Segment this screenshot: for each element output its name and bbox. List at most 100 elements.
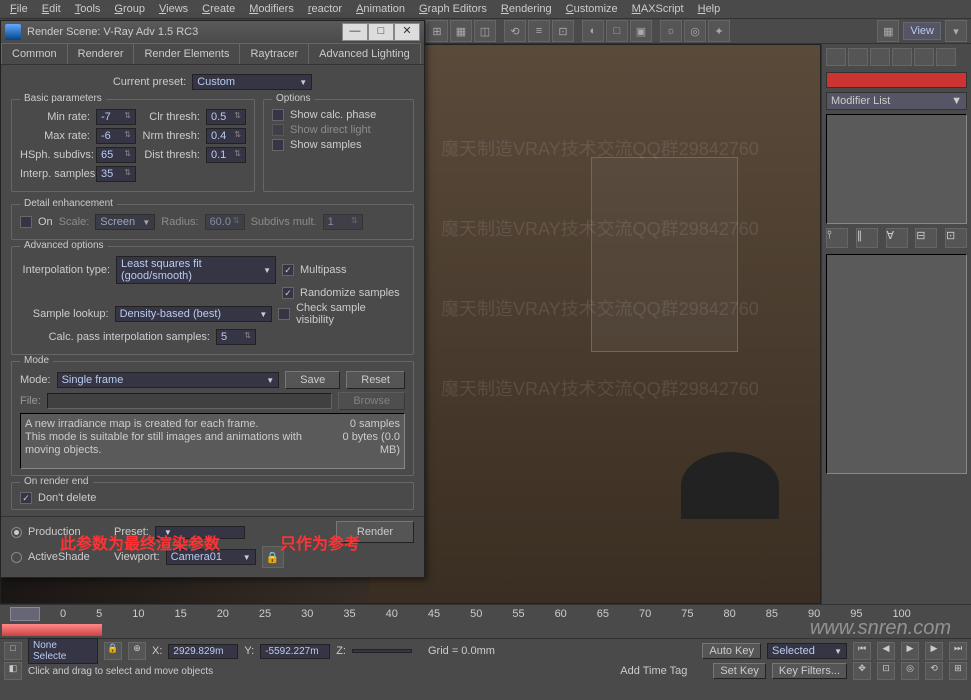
minimize-button[interactable]: — [342, 23, 368, 41]
tool-icon[interactable]: ⊡ [552, 20, 574, 42]
tab-common[interactable]: Common [1, 43, 68, 64]
menu-edit[interactable]: Edit [36, 2, 67, 16]
interp-input[interactable]: 35 [96, 166, 136, 182]
stack-btn-icon[interactable]: ⊡ [945, 228, 967, 248]
close-button[interactable]: ✕ [394, 23, 420, 41]
tool-icon[interactable]: ◎ [684, 20, 706, 42]
tool-icon[interactable]: ⊞ [426, 20, 448, 42]
tab-raytracer[interactable]: Raytracer [239, 43, 309, 64]
menu-create[interactable]: Create [196, 2, 241, 16]
stack-btn-icon[interactable]: ∥ [856, 228, 878, 248]
tool-icon[interactable]: ▣ [630, 20, 652, 42]
mode-dropdown[interactable]: Single frame [57, 372, 280, 388]
menu-tools[interactable]: Tools [69, 2, 107, 16]
menu-maxscript[interactable]: MAXScript [626, 2, 690, 16]
nav-icon[interactable]: ⊞ [949, 662, 967, 680]
scale-dropdown[interactable]: Screen [95, 214, 155, 230]
show-calc-checkbox[interactable] [272, 109, 284, 121]
goto-start-icon[interactable]: ⏮ [853, 642, 871, 660]
tool-icon[interactable]: ▦ [450, 20, 472, 42]
menu-views[interactable]: Views [153, 2, 194, 16]
save-button[interactable]: Save [285, 371, 340, 389]
rollout-area[interactable] [826, 254, 967, 474]
tool-icon[interactable]: ☼ [660, 20, 682, 42]
object-color-swatch[interactable] [826, 72, 967, 88]
menu-file[interactable]: File [4, 2, 34, 16]
max-rate-input[interactable]: -6 [96, 128, 136, 144]
stack-btn-icon[interactable]: ⫯ [826, 228, 848, 248]
detail-on-checkbox[interactable] [20, 216, 32, 228]
randomize-checkbox[interactable] [282, 287, 294, 299]
show-samples-checkbox[interactable] [272, 139, 284, 151]
menu-animation[interactable]: Animation [350, 2, 411, 16]
sb-icon[interactable]: ◧ [4, 662, 22, 680]
hsph-input[interactable]: 65 [96, 147, 136, 163]
track-segment[interactable] [2, 624, 102, 636]
sb-icon[interactable]: □ [4, 642, 22, 660]
view-icon[interactable]: ▦ [877, 20, 899, 42]
autokey-button[interactable]: Auto Key [702, 643, 761, 659]
menu-reactor[interactable]: reactor [302, 2, 348, 16]
calc-pass-input[interactable]: 5 [216, 329, 256, 345]
tool-icon[interactable]: ✦ [708, 20, 730, 42]
panel-tab-icon[interactable] [914, 48, 934, 66]
clr-input[interactable]: 0.5 [206, 109, 246, 125]
tool-icon[interactable]: □ [606, 20, 628, 42]
tab-advanced-lighting[interactable]: Advanced Lighting [308, 43, 421, 64]
sb-icon[interactable]: ⊕ [128, 642, 146, 660]
panel-tab-icon[interactable] [826, 48, 846, 66]
nav-icon[interactable]: ✥ [853, 662, 871, 680]
panel-tab-icon[interactable] [848, 48, 868, 66]
dialog-titlebar[interactable]: Render Scene: V-Ray Adv 1.5 RC3 — □ ✕ [1, 21, 424, 43]
tab-render-elements[interactable]: Render Elements [133, 43, 240, 64]
modifier-stack[interactable] [826, 114, 967, 224]
keyfilters-button[interactable]: Key Filters... [772, 663, 847, 679]
nav-icon[interactable]: ◎ [901, 662, 919, 680]
view-dropdown[interactable]: View [903, 22, 941, 40]
nav-icon[interactable]: ⊡ [877, 662, 895, 680]
check-vis-checkbox[interactable] [278, 308, 290, 320]
stack-btn-icon[interactable]: ∀ [886, 228, 908, 248]
tool-icon[interactable]: ◫ [474, 20, 496, 42]
menu-group[interactable]: Group [108, 2, 151, 16]
menu-help[interactable]: Help [692, 2, 727, 16]
panel-tab-icon[interactable] [892, 48, 912, 66]
menu-modifiers[interactable]: Modifiers [243, 2, 300, 16]
tool-icon[interactable]: ≡ [528, 20, 550, 42]
view-icon[interactable]: ▾ [945, 20, 967, 42]
nav-icon[interactable]: ⟲ [925, 662, 943, 680]
menu-rendering[interactable]: Rendering [495, 2, 558, 16]
reset-button[interactable]: Reset [346, 371, 405, 389]
tab-renderer[interactable]: Renderer [67, 43, 135, 64]
dist-input[interactable]: 0.1 [206, 147, 246, 163]
panel-tab-icon[interactable] [870, 48, 890, 66]
production-radio[interactable] [11, 527, 22, 538]
preset-dropdown[interactable]: Custom [192, 74, 312, 90]
menu-grapheditors[interactable]: Graph Editors [413, 2, 493, 16]
activeshade-radio[interactable] [11, 552, 22, 563]
dont-delete-checkbox[interactable] [20, 492, 32, 504]
nrm-input[interactable]: 0.4 [206, 128, 246, 144]
y-coord[interactable]: -5592.227m [260, 644, 330, 659]
next-frame-icon[interactable]: ▶ [925, 642, 943, 660]
tool-icon[interactable]: ◐ [582, 20, 604, 42]
z-coord[interactable] [352, 649, 412, 653]
interp-type-dropdown[interactable]: Least squares fit (good/smooth) [116, 256, 276, 284]
multipass-checkbox[interactable] [282, 264, 294, 276]
x-coord[interactable]: 2929.829m [168, 644, 238, 659]
prev-frame-icon[interactable]: ◀ [877, 642, 895, 660]
tool-icon[interactable]: ⟲ [504, 20, 526, 42]
time-slider-handle[interactable] [10, 607, 40, 621]
modifier-list-dropdown[interactable]: Modifier List▼ [826, 92, 967, 110]
stack-btn-icon[interactable]: ⊟ [915, 228, 937, 248]
keymode-dropdown[interactable]: Selected [767, 643, 847, 659]
addtag-label[interactable]: Add Time Tag [620, 665, 687, 677]
panel-tab-icon[interactable] [936, 48, 956, 66]
menu-customize[interactable]: Customize [560, 2, 624, 16]
sample-lookup-dropdown[interactable]: Density-based (best) [115, 306, 273, 322]
play-icon[interactable]: ▶ [901, 642, 919, 660]
lock-icon[interactable]: 🔒 [104, 642, 122, 660]
maximize-button[interactable]: □ [368, 23, 394, 41]
setkey-button[interactable]: Set Key [713, 663, 766, 679]
min-rate-input[interactable]: -7 [96, 109, 136, 125]
